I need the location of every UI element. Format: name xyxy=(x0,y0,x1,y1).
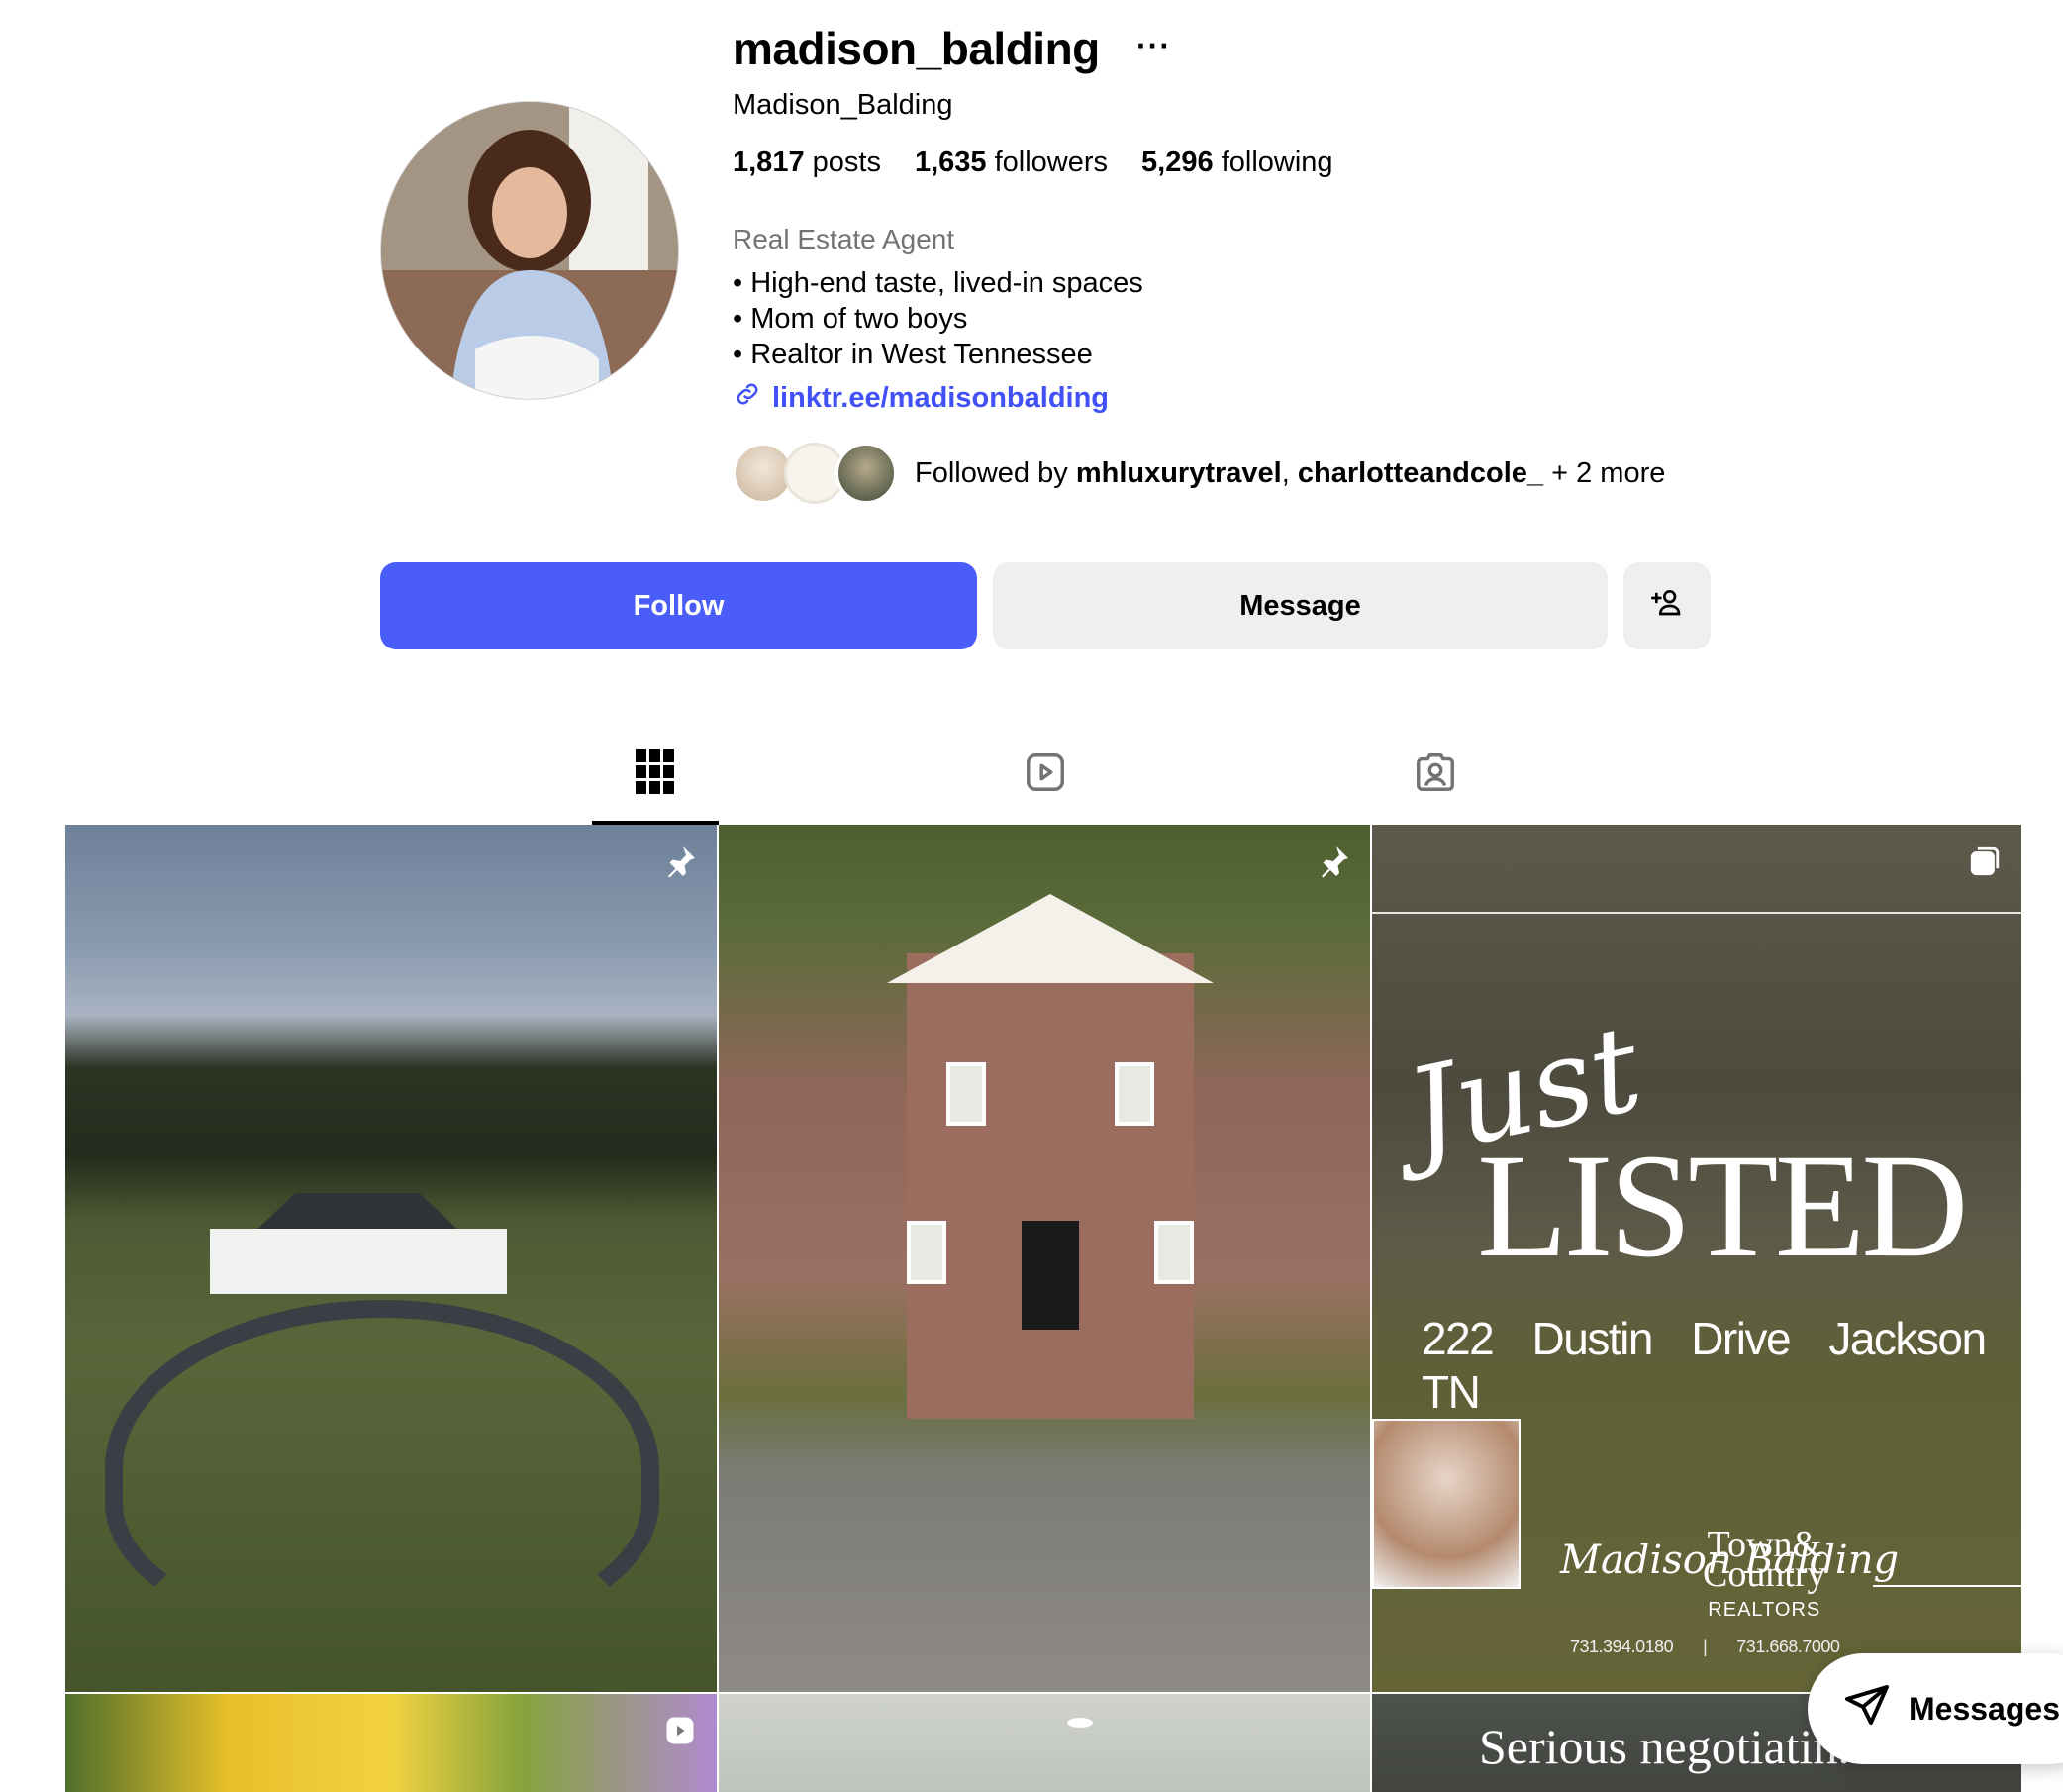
tab-tagged[interactable] xyxy=(1406,745,1465,804)
post-image xyxy=(105,1300,659,1637)
reel-icon xyxy=(661,1712,699,1749)
profile-avatar[interactable] xyxy=(380,101,679,400)
bio-line: Realtor in West Tennessee xyxy=(733,337,1143,372)
profile-link[interactable]: linktr.ee/madisonbalding xyxy=(733,379,1109,417)
suggested-users-button[interactable] xyxy=(1623,562,1711,649)
post-tile[interactable] xyxy=(65,1694,717,1792)
bio-line: High-end taste, lived-in spaces xyxy=(733,265,1143,301)
tab-posts[interactable] xyxy=(626,745,685,804)
messages-button[interactable]: Messages xyxy=(1808,1653,2063,1764)
follow-button[interactable]: Follow xyxy=(380,562,977,649)
tagged-icon xyxy=(1413,749,1458,800)
post-image xyxy=(907,953,1194,1419)
tab-reels[interactable] xyxy=(1016,745,1075,804)
post-overlay-text: 731.394.0180 | 731.668.7000 xyxy=(1570,1637,1840,1656)
more-options-icon[interactable]: ··· xyxy=(1136,28,1171,64)
follower-avatar xyxy=(835,443,897,504)
followed-by-text: Followed by mhluxurytravel, charlotteand… xyxy=(915,456,1666,489)
followers-count[interactable]: 1,635 followers xyxy=(915,147,1108,179)
message-button[interactable]: Message xyxy=(993,562,1608,649)
add-person-icon xyxy=(1651,586,1683,626)
grid-icon xyxy=(636,748,675,800)
direct-message-icon xyxy=(1843,1681,1891,1737)
post-tile[interactable] xyxy=(719,1694,1370,1792)
profile-stats: 1,817 posts 1,635 followers 5,296 follow… xyxy=(733,147,1333,179)
pinned-icon xyxy=(1315,843,1352,880)
post-tile[interactable] xyxy=(719,825,1370,1692)
post-tile[interactable] xyxy=(65,825,717,1692)
brokerage-logo: Town& Country REALTORS xyxy=(1703,1524,1826,1621)
profile-page: madison_balding ··· Madison_Balding 1,81… xyxy=(0,0,2063,1792)
profile-link-text: linktr.ee/madisonbalding xyxy=(772,381,1110,414)
reels-icon xyxy=(1023,749,1068,800)
followed-by[interactable]: Followed by mhluxurytravel, charlotteand… xyxy=(733,443,1665,504)
bio-line: Mom of two boys xyxy=(733,301,1143,337)
post-overlay-text: 222 Dustin Drive Jackson TN xyxy=(1422,1313,1987,1418)
post-overlay-text: LISTED xyxy=(1477,1124,1969,1288)
pinned-icon xyxy=(661,843,699,880)
post-tile[interactable]: Just LISTED 222 Dustin Drive Jackson TN … xyxy=(1372,825,2021,1692)
link-icon xyxy=(733,379,762,417)
messages-label: Messages xyxy=(1909,1690,2060,1727)
profile-username: madison_balding xyxy=(733,23,1100,74)
following-count[interactable]: 5,296 following xyxy=(1141,147,1332,179)
profile-full-name: Madison_Balding xyxy=(733,89,953,121)
profile-bio: High-end taste, lived-in spaces Mom of t… xyxy=(733,265,1143,372)
agent-photo xyxy=(1372,1419,1521,1589)
posts-count: 1,817 posts xyxy=(733,147,881,178)
carousel-icon xyxy=(1966,843,2004,880)
profile-category: Real Estate Agent xyxy=(733,224,955,254)
